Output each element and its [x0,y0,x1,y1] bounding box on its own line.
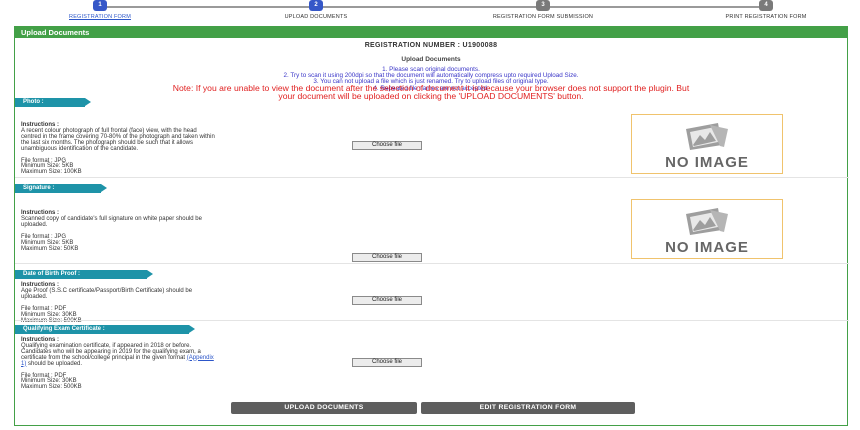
step-print-registration: 4 PRINT REGISTRATION FORM [686,0,846,20]
upload-documents-button[interactable]: UPLOAD DOCUMENTS [231,402,417,414]
qualifying-choose-file-button[interactable]: Choose file [352,358,422,367]
dob-instructions: Instructions : Age Proof (S.S.C certific… [21,282,351,324]
signature-preview: NO IMAGE [631,199,783,259]
divider [15,263,849,264]
photo-instructions: Instructions : A recent colour photograp… [21,122,351,176]
edit-registration-form-button[interactable]: EDIT REGISTRATION FORM [421,402,635,414]
registration-number: REGISTRATION NUMBER : U1900088 [364,42,498,49]
panel-subtitle: Upload Documents [401,56,461,63]
photo-preview: NO IMAGE [631,114,783,174]
section-title: Qualifying Exam Certificate : [15,325,195,334]
signature-choose-file-button[interactable]: Choose file [352,253,422,262]
dob-choose-file-button[interactable]: Choose file [352,296,422,305]
step-number: 3 [536,0,550,11]
no-image-label: NO IMAGE [665,239,749,256]
step-number: 2 [309,0,323,11]
step-label: REGISTRATION FORM SUBMISSION [492,14,594,20]
no-image-label: NO IMAGE [665,154,749,171]
step-upload-documents: 2 UPLOAD DOCUMENTS [236,0,396,20]
max-size: Maximum Size: 500KB [21,384,82,391]
step-label: PRINT REGISTRATION FORM [725,14,807,20]
step-number: 4 [759,0,773,11]
step-label: UPLOAD DOCUMENTS [284,14,348,20]
upload-documents-panel: Upload Documents REGISTRATION NUMBER : U… [14,26,849,426]
image-placeholder-icon [686,208,728,235]
step-number: 1 [93,0,107,11]
divider [15,177,849,178]
appendix-link[interactable]: (Appendix [187,355,214,361]
photo-choose-file-button[interactable]: Choose file [352,141,422,150]
section-title: Signature : [15,184,107,193]
step-registration-form[interactable]: 1 REGISTRATION FORM [20,0,180,20]
warning-line: your document will be uploaded on clicki… [278,91,584,101]
max-size: Maximum Size: 50KB [21,245,79,252]
step-label[interactable]: REGISTRATION FORM [20,14,180,20]
section-title: Photo : [15,98,91,107]
max-size: Maximum Size: 100KB [21,169,82,176]
panel-title: Upload Documents [15,27,847,38]
instruction-text: should be uploaded. [26,360,83,367]
signature-instructions: Instructions : Scanned copy of candidate… [21,210,351,252]
qualifying-instructions: Instructions : Qualifying examination ce… [21,337,351,391]
plugin-warning: Note: If you are unable to view the docu… [15,84,847,101]
section-title: Date of Birth Proof : [15,270,153,279]
progress-line [95,6,765,8]
progress-steps: 1 REGISTRATION FORM 2 UPLOAD DOCUMENTS 3… [0,0,860,22]
image-placeholder-icon [686,123,728,150]
step-registration-submission: 3 REGISTRATION FORM SUBMISSION [463,0,623,20]
divider [15,320,849,321]
